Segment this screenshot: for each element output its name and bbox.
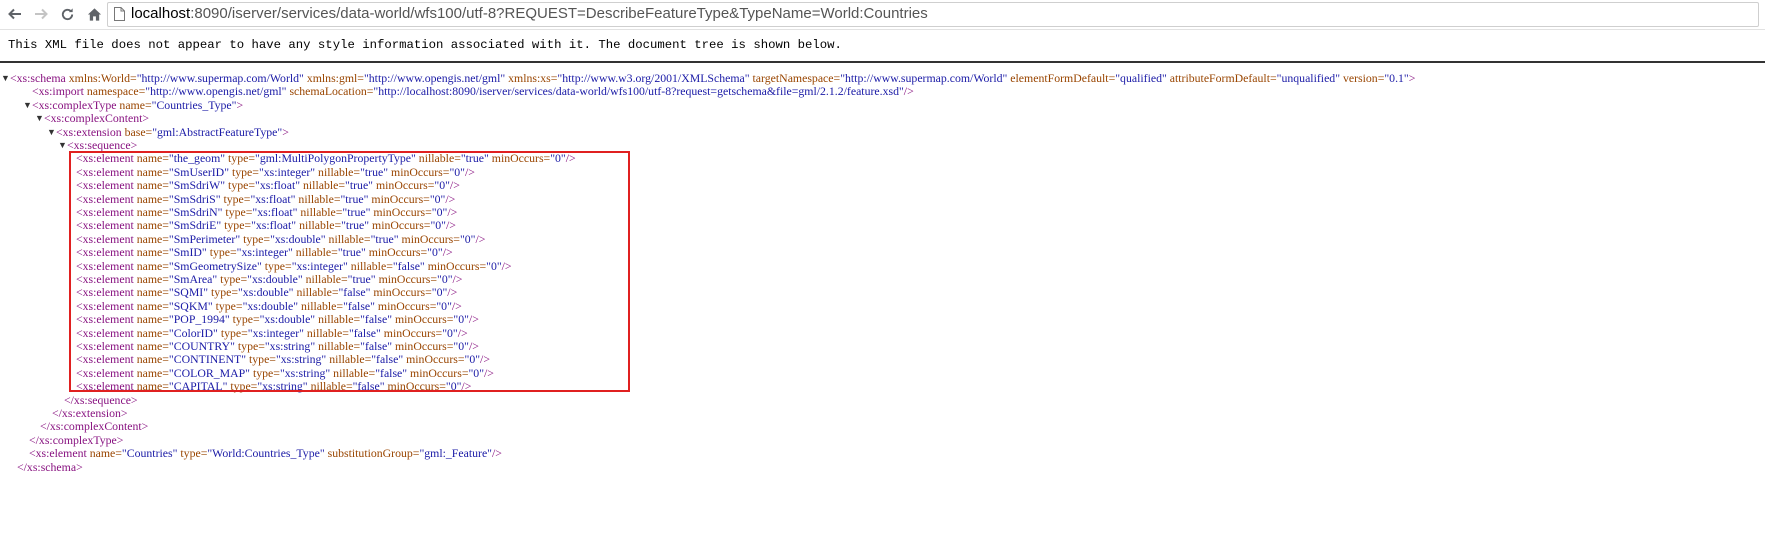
xml-tag-open: <xs:complexContent> (44, 111, 150, 126)
collapse-arrow-icon[interactable]: ▼ (58, 139, 67, 152)
xml-attr-value: "http://www.opengis.net/gml" (145, 84, 287, 99)
highlight-box (69, 151, 630, 392)
xml-tag-end: > (282, 124, 289, 139)
xml-attr-name: substitutionGroup= (324, 446, 420, 461)
xml-tag-close: </xs:extension> (52, 406, 128, 420)
xml-attr-value: "World:Countries_Type" (207, 446, 325, 461)
address-bar[interactable]: localhost:8090/iserver/services/data-wor… (107, 2, 1759, 27)
xml-attr-value: "http://www.opengis.net/gml" (363, 71, 506, 85)
xml-tag-end: > (1408, 71, 1416, 85)
xml-attr-value: "0.1" (1384, 71, 1409, 85)
collapse-arrow-icon[interactable]: ▼ (1, 72, 10, 85)
xml-tag-open: <xs:import (32, 84, 84, 99)
url-path: :8090/iserver/services/data-world/wfs100… (190, 5, 928, 22)
xml-tag-open: <xs:extension (56, 124, 122, 139)
xml-attr-name: name= (116, 97, 152, 112)
forward-button[interactable] (30, 3, 52, 25)
xml-tag-end: > (236, 97, 244, 112)
xml-attr-name: attributeFormDefault= (1166, 71, 1277, 85)
xml-attr-name: elementFormDefault= (1007, 71, 1116, 85)
xml-tag-close: </xs:sequence> (64, 392, 138, 407)
xml-attr-name: type= (177, 446, 208, 461)
reload-button[interactable] (56, 3, 78, 25)
xml-complextype-open: ▼ <xs:complexType name="Countries_Type"> (23, 97, 244, 112)
collapse-arrow-icon[interactable]: ▼ (23, 99, 32, 112)
xml-tag-open: <xs:element (29, 446, 87, 461)
xml-attr-name: version= (1340, 71, 1385, 85)
xml-complextype-close: </xs:complexType> (29, 432, 124, 447)
xml-extension-open: ▼ <xs:extension base="gml:AbstractFeature… (47, 124, 289, 139)
xml-sequence-close: </xs:sequence> (64, 392, 138, 407)
xml-attr-name: xmlns:xs= (505, 71, 558, 85)
xml-extension-close: </xs:extension> (52, 407, 128, 420)
collapse-arrow-icon[interactable]: ▼ (35, 112, 44, 125)
xml-attr-name: schemaLocation= (286, 84, 374, 99)
xml-tag-close: </xs:schema> (17, 459, 83, 474)
xml-attr-value: "qualified" (1115, 71, 1167, 85)
xml-attr-value: "Countries" (121, 446, 178, 461)
xml-tag-close: </xs:complexContent> (40, 419, 149, 434)
url-text[interactable]: localhost:8090/iserver/services/data-wor… (131, 5, 928, 23)
xml-tag-open: <xs:sequence> (67, 138, 138, 152)
xml-attr-value: "http://localhost:8090/iserver/services/… (373, 84, 904, 99)
xml-attr-name: name= (86, 446, 122, 461)
xml-attr-value: "http://www.supermap.com/World" (840, 71, 1008, 85)
xml-schema-close: </xs:schema> (17, 459, 83, 474)
url-host: localhost (131, 5, 191, 22)
xml-tag-close: </xs:complexType> (29, 432, 124, 447)
forward-arrow-icon (35, 8, 48, 20)
xml-attr-name: base= (121, 124, 153, 139)
xml-tag-open: <xs:complexType (32, 97, 117, 112)
xml-attr-value: "http://www.supermap.com/World" (136, 71, 304, 85)
notice-divider (0, 61, 1765, 63)
xml-attr-name: targetNamespace= (749, 71, 841, 85)
xml-countries-element: <xs:element name="Countries" type="World… (29, 447, 502, 460)
home-icon (87, 7, 101, 21)
reload-icon (61, 7, 73, 20)
back-arrow-icon (8, 8, 21, 20)
xml-attr-name: namespace= (83, 84, 146, 99)
xml-attr-value: "gml:AbstractFeatureType" (152, 124, 283, 139)
xml-attr-value: "gml:_Feature" (419, 446, 493, 461)
browser-toolbar: localhost:8090/iserver/services/data-wor… (0, 0, 1765, 30)
xml-style-notice: This XML file does not appear to have an… (8, 38, 842, 52)
page-icon (114, 7, 125, 21)
back-button[interactable] (4, 3, 26, 25)
xml-attr-name: xmlns:World= (65, 71, 137, 85)
xml-schema-open: ▼ <xs:schema xmlns:World="http://www.supe… (1, 71, 1416, 85)
xml-attr-value: "Countries_Type" (151, 97, 237, 112)
xml-import: <xs:import namespace="http://www.opengis… (32, 85, 914, 98)
xml-attr-value: "http://www.w3.org/2001/XMLSchema" (557, 71, 750, 85)
xml-complexcontent-close: </xs:complexContent> (40, 420, 148, 433)
xml-tag-end: /> (492, 446, 502, 461)
xml-tag-open: <xs:schema (10, 71, 66, 85)
xml-complexcontent-open: ▼ <xs:complexContent> (35, 111, 150, 126)
xml-attr-value: "unqualified" (1276, 71, 1341, 85)
xml-tag-end: /> (903, 84, 914, 99)
home-button[interactable] (83, 3, 105, 25)
collapse-arrow-icon[interactable]: ▼ (47, 126, 56, 139)
xml-attr-name: xmlns:gml= (303, 71, 364, 85)
